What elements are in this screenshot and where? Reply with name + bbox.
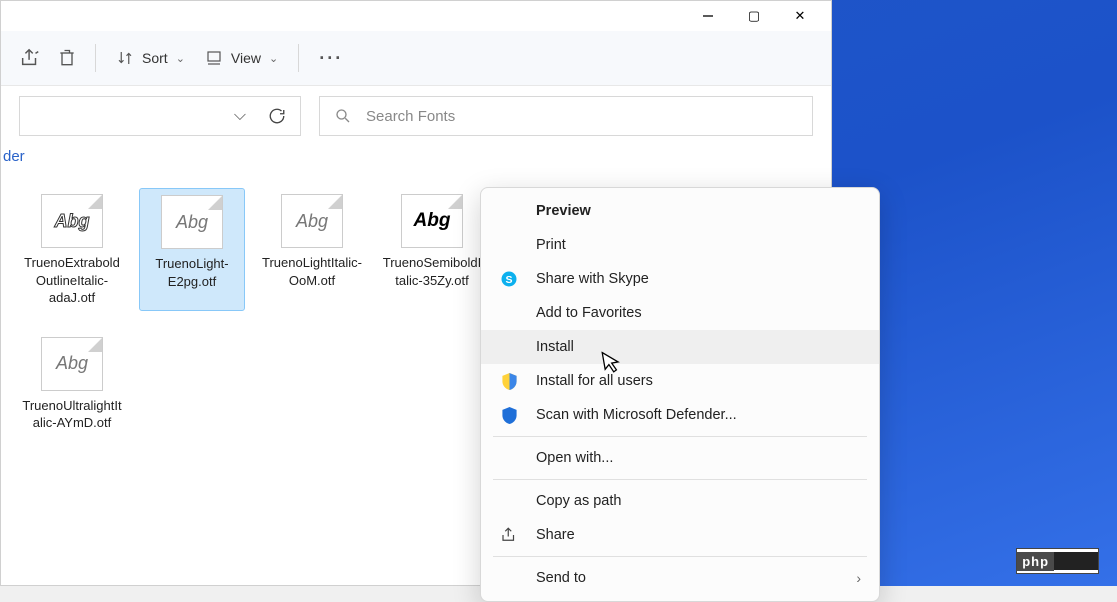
share-icon[interactable] <box>19 37 41 79</box>
ctx-separator <box>493 556 867 557</box>
breadcrumb[interactable]: der <box>1 146 831 178</box>
svg-text:S: S <box>505 274 512 286</box>
view-label: View <box>231 50 261 66</box>
file-item[interactable]: Abg TruenoUltralightItalic-AYmD.otf <box>19 331 125 436</box>
maximize-button[interactable]: ▢ <box>731 1 777 31</box>
file-item[interactable]: Abg TruenoExtraboldOutlineItalic-adaJ.otf <box>19 188 125 311</box>
toolbar-divider <box>95 44 96 72</box>
file-name-label: TruenoExtraboldOutlineItalic-adaJ.otf <box>21 254 123 307</box>
refresh-icon[interactable] <box>268 107 286 125</box>
font-thumb-icon: Abg <box>161 195 223 249</box>
file-item[interactable]: Abg TruenoSemiboldItalic-35Zy.otf <box>379 188 485 311</box>
ctx-separator <box>493 479 867 480</box>
chevron-down-icon: ⌄ <box>176 52 185 65</box>
font-thumb-icon: Abg <box>41 194 103 248</box>
ctx-preview[interactable]: Preview <box>481 194 879 228</box>
toolbar-divider <box>298 44 299 72</box>
font-thumb-icon: Abg <box>41 337 103 391</box>
chevron-right-icon: › <box>856 570 861 586</box>
watermark-left: php <box>1017 552 1054 571</box>
ctx-share[interactable]: Share <box>481 518 879 552</box>
ctx-share-skype[interactable]: S Share with Skype <box>481 262 879 296</box>
ctx-add-favorites[interactable]: Add to Favorites <box>481 296 879 330</box>
ctx-install[interactable]: Install <box>481 330 879 364</box>
close-button[interactable]: ✕ <box>777 1 823 31</box>
watermark: php ···· <box>1016 548 1099 574</box>
search-placeholder: Search Fonts <box>366 108 455 125</box>
font-thumb-icon: Abg <box>401 194 463 248</box>
ctx-install-all-users[interactable]: Install for all users <box>481 364 879 398</box>
delete-icon[interactable] <box>57 37 77 79</box>
minimize-button[interactable] <box>685 1 731 31</box>
share-arrow-icon <box>499 525 519 545</box>
ctx-scan-defender[interactable]: Scan with Microsoft Defender... <box>481 398 879 432</box>
search-icon <box>334 107 352 125</box>
ctx-send-to[interactable]: Send to › <box>481 561 879 595</box>
watermark-right: ···· <box>1054 552 1098 570</box>
search-input[interactable]: Search Fonts <box>319 96 813 136</box>
ctx-separator <box>493 436 867 437</box>
chevron-down-icon[interactable]: ⌵ <box>234 107 246 125</box>
ctx-copy-path[interactable]: Copy as path <box>481 484 879 518</box>
defender-icon <box>499 405 519 425</box>
file-name-label: TruenoSemiboldItalic-35Zy.otf <box>381 254 483 289</box>
ctx-print[interactable]: Print <box>481 228 879 262</box>
window-titlebar: ▢ ✕ <box>1 1 831 31</box>
view-icon <box>205 49 223 67</box>
shield-icon <box>499 371 519 391</box>
ctx-open-with[interactable]: Open with... <box>481 441 879 475</box>
address-row: ⌵ Search Fonts <box>1 86 831 146</box>
context-menu: Preview Print S Share with Skype Add to … <box>480 187 880 602</box>
view-button[interactable]: View ⌄ <box>195 43 288 73</box>
more-button[interactable]: ··· <box>309 42 353 75</box>
skype-icon: S <box>499 269 519 289</box>
file-name-label: TruenoLight-E2pg.otf <box>142 255 242 290</box>
file-item[interactable]: Abg TruenoLightItalic-OoM.otf <box>259 188 365 311</box>
sort-icon <box>116 49 134 67</box>
mouse-cursor <box>601 349 623 376</box>
file-item[interactable]: Abg TruenoLight-E2pg.otf <box>139 188 245 311</box>
file-name-label: TruenoLightItalic-OoM.otf <box>261 254 363 289</box>
address-bar[interactable]: ⌵ <box>19 96 301 136</box>
sort-label: Sort <box>142 50 168 66</box>
sort-button[interactable]: Sort ⌄ <box>106 43 195 73</box>
font-thumb-icon: Abg <box>281 194 343 248</box>
toolbar: Sort ⌄ View ⌄ ··· <box>1 31 831 86</box>
chevron-down-icon: ⌄ <box>269 52 278 65</box>
file-name-label: TruenoUltralightItalic-AYmD.otf <box>21 397 123 432</box>
